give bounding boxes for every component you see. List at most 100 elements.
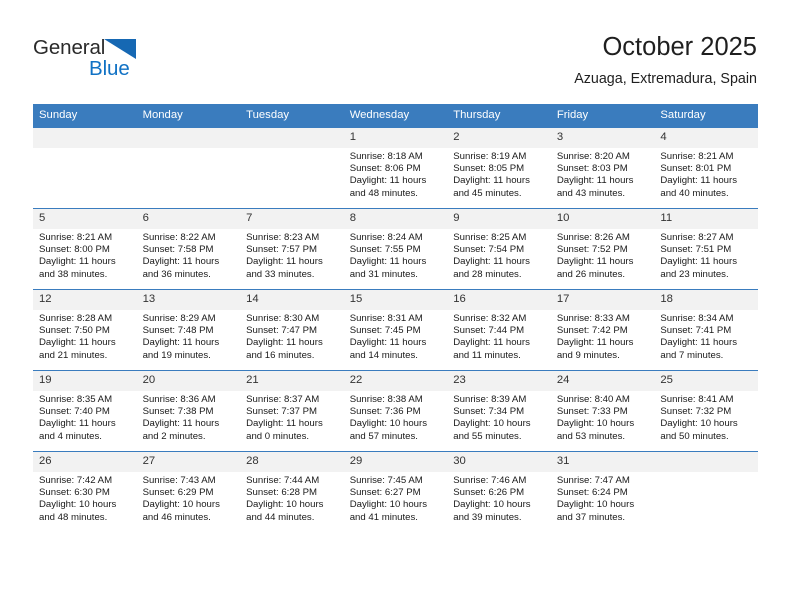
- calendar-day-cell-empty[interactable]: [136, 127, 241, 209]
- calendar-day-cell[interactable]: 11 Sunrise: 8:27 AM Sunset: 7:51 PM Dayligh…: [654, 208, 758, 290]
- daylight-text-line1: Daylight: 10 hours: [39, 499, 117, 511]
- calendar-day-cell-empty[interactable]: [654, 451, 758, 532]
- daylight-text-line1: Daylight: 10 hours: [660, 418, 738, 430]
- calendar-page: General Blue October 2025 Azuaga, Extrem…: [0, 0, 792, 612]
- sunset-text: Sunset: 8:03 PM: [556, 163, 628, 175]
- calendar-day-cell[interactable]: 2 Sunrise: 8:19 AM Sunset: 8:05 PM Daylight…: [447, 127, 551, 209]
- day-number: 27: [136, 452, 241, 472]
- calendar-day-cell[interactable]: 22 Sunrise: 8:38 AM Sunset: 7:36 PM Dayligh…: [343, 370, 448, 452]
- daylight-text-line1: Daylight: 10 hours: [349, 499, 428, 511]
- calendar-day-cell[interactable]: 19 Sunrise: 8:35 AM Sunset: 7:40 PM Dayligh…: [33, 370, 137, 452]
- daylight-text-line1: Daylight: 11 hours: [453, 337, 530, 349]
- daylight-text-line1: Daylight: 11 hours: [660, 337, 737, 349]
- sunset-text: Sunset: 8:06 PM: [349, 163, 421, 175]
- calendar-day-cell[interactable]: 3 Sunrise: 8:20 AM Sunset: 8:03 PM Daylight…: [550, 127, 655, 209]
- daylight-text-line2: and 14 minutes.: [349, 349, 418, 361]
- day-number: 28: [240, 452, 344, 472]
- calendar-day-cell[interactable]: 29 Sunrise: 7:45 AM Sunset: 6:27 PM Dayligh…: [343, 451, 448, 532]
- calendar-day-cell[interactable]: 5 Sunrise: 8:21 AM Sunset: 8:00 PM Daylight…: [33, 208, 137, 290]
- calendar-day-cell[interactable]: 26 Sunrise: 7:42 AM Sunset: 6:30 PM Dayligh…: [33, 451, 137, 532]
- calendar-day-cell[interactable]: 1 Sunrise: 8:18 AM Sunset: 8:06 PM Daylight…: [343, 127, 448, 209]
- calendar-day-cell[interactable]: 28 Sunrise: 7:44 AM Sunset: 6:28 PM Dayligh…: [240, 451, 344, 532]
- daylight-text-line2: and 31 minutes.: [349, 268, 418, 280]
- daylight-text-line1: Daylight: 10 hours: [142, 499, 220, 511]
- daylight-text-line2: and 41 minutes.: [349, 511, 418, 523]
- calendar-day-cell[interactable]: 30 Sunrise: 7:46 AM Sunset: 6:26 PM Dayligh…: [447, 451, 551, 532]
- sunset-text: Sunset: 7:57 PM: [246, 244, 318, 256]
- sunrise-text: Sunrise: 8:37 AM: [246, 394, 320, 405]
- calendar-day-cell[interactable]: 31 Sunrise: 7:47 AM Sunset: 6:24 PM Dayligh…: [550, 451, 655, 532]
- calendar-day-cell[interactable]: 24 Sunrise: 8:40 AM Sunset: 7:33 PM Dayligh…: [550, 370, 655, 452]
- day-sun-info: Sunrise: 7:47 AM Sunset: 6:24 PM Daylight:…: [551, 472, 655, 524]
- day-sun-info: Sunrise: 8:40 AM Sunset: 7:33 PM Daylight:…: [551, 391, 655, 443]
- weekday-header-friday: Friday: [550, 104, 655, 128]
- day-sun-info: Sunrise: 8:29 AM Sunset: 7:48 PM Daylight:…: [137, 310, 241, 362]
- weekday-header-monday: Monday: [136, 104, 241, 128]
- day-sun-info: Sunrise: 8:27 AM Sunset: 7:51 PM Daylight:…: [654, 229, 758, 281]
- weekday-header-wednesday: Wednesday: [343, 104, 448, 128]
- daylight-text-line2: and 2 minutes.: [142, 430, 206, 442]
- sunset-text: Sunset: 6:26 PM: [453, 487, 525, 499]
- day-number: 17: [550, 290, 655, 310]
- calendar-day-cell[interactable]: 27 Sunrise: 7:43 AM Sunset: 6:29 PM Dayligh…: [136, 451, 241, 532]
- calendar-day-cell[interactable]: 6 Sunrise: 8:22 AM Sunset: 7:58 PM Daylight…: [136, 208, 241, 290]
- daylight-text-line2: and 23 minutes.: [660, 268, 729, 280]
- sunrise-text: Sunrise: 7:43 AM: [142, 475, 216, 486]
- calendar-day-cell[interactable]: 9 Sunrise: 8:25 AM Sunset: 7:54 PM Daylight…: [447, 208, 551, 290]
- calendar-day-cell[interactable]: 25 Sunrise: 8:41 AM Sunset: 7:32 PM Dayligh…: [654, 370, 758, 452]
- day-number: 9: [447, 209, 551, 229]
- day-number: 8: [343, 209, 448, 229]
- sunrise-text: Sunrise: 8:20 AM: [556, 151, 630, 162]
- day-number: 1: [343, 128, 448, 148]
- daylight-text-line1: Daylight: 11 hours: [556, 256, 634, 268]
- calendar-day-cell[interactable]: 14 Sunrise: 8:30 AM Sunset: 7:47 PM Dayligh…: [240, 289, 344, 371]
- day-number: [240, 128, 344, 148]
- calendar-day-cell[interactable]: 4 Sunrise: 8:21 AM Sunset: 8:01 PM Daylight…: [654, 127, 758, 209]
- daylight-text-line2: and 19 minutes.: [142, 349, 211, 361]
- calendar-day-cell[interactable]: 12 Sunrise: 8:28 AM Sunset: 7:50 PM Dayligh…: [33, 289, 137, 371]
- sunset-text: Sunset: 7:40 PM: [39, 406, 110, 418]
- calendar-week-row: 26 Sunrise: 7:42 AM Sunset: 6:30 PM Dayligh…: [33, 451, 758, 532]
- daylight-text-line2: and 39 minutes.: [453, 511, 522, 523]
- calendar-day-cell[interactable]: 7 Sunrise: 8:23 AM Sunset: 7:57 PM Daylight…: [240, 208, 344, 290]
- day-number: 19: [33, 371, 137, 391]
- sunrise-text: Sunrise: 8:23 AM: [246, 232, 320, 243]
- day-number: 10: [550, 209, 655, 229]
- daylight-text-line1: Daylight: 11 hours: [453, 175, 530, 187]
- sunset-text: Sunset: 7:34 PM: [453, 406, 525, 418]
- calendar-day-cell-empty[interactable]: [33, 127, 137, 209]
- sunrise-text: Sunrise: 8:33 AM: [556, 313, 630, 324]
- daylight-text-line2: and 26 minutes.: [556, 268, 626, 280]
- calendar-day-cell[interactable]: 16 Sunrise: 8:32 AM Sunset: 7:44 PM Dayligh…: [447, 289, 551, 371]
- calendar-day-cell[interactable]: 21 Sunrise: 8:37 AM Sunset: 7:37 PM Dayligh…: [240, 370, 344, 452]
- calendar-day-cell[interactable]: 20 Sunrise: 8:36 AM Sunset: 7:38 PM Dayligh…: [136, 370, 241, 452]
- daylight-text-line2: and 7 minutes.: [660, 349, 724, 361]
- sunrise-text: Sunrise: 8:25 AM: [453, 232, 527, 243]
- calendar-day-cell[interactable]: 13 Sunrise: 8:29 AM Sunset: 7:48 PM Dayligh…: [136, 289, 241, 371]
- calendar-day-cell[interactable]: 15 Sunrise: 8:31 AM Sunset: 7:45 PM Dayligh…: [343, 289, 448, 371]
- calendar-day-cell-empty[interactable]: [240, 127, 344, 209]
- daylight-text-line2: and 48 minutes.: [39, 511, 108, 523]
- calendar-day-cell[interactable]: 8 Sunrise: 8:24 AM Sunset: 7:55 PM Daylight…: [343, 208, 448, 290]
- sunrise-text: Sunrise: 8:29 AM: [142, 313, 216, 324]
- calendar-day-cell[interactable]: 23 Sunrise: 8:39 AM Sunset: 7:34 PM Dayligh…: [447, 370, 551, 452]
- sunset-text: Sunset: 6:28 PM: [246, 487, 318, 499]
- day-sun-info: Sunrise: 8:19 AM Sunset: 8:05 PM Daylight:…: [447, 148, 551, 200]
- day-number: 24: [550, 371, 655, 391]
- day-sun-info: Sunrise: 8:18 AM Sunset: 8:06 PM Daylight:…: [344, 148, 448, 200]
- calendar-week-row: 5 Sunrise: 8:21 AM Sunset: 8:00 PM Daylight…: [33, 208, 758, 290]
- calendar-day-cell[interactable]: 17 Sunrise: 8:33 AM Sunset: 7:42 PM Dayligh…: [550, 289, 655, 371]
- day-sun-info: Sunrise: 8:35 AM Sunset: 7:40 PM Daylight:…: [33, 391, 137, 443]
- day-sun-info: Sunrise: 8:23 AM Sunset: 7:57 PM Daylight:…: [240, 229, 344, 281]
- daylight-text-line2: and 44 minutes.: [246, 511, 315, 523]
- daylight-text-line1: Daylight: 10 hours: [349, 418, 428, 430]
- sunrise-text: Sunrise: 7:46 AM: [453, 475, 527, 486]
- daylight-text-line2: and 45 minutes.: [453, 187, 522, 199]
- sunset-text: Sunset: 7:55 PM: [349, 244, 421, 256]
- sunset-text: Sunset: 7:37 PM: [246, 406, 318, 418]
- calendar-day-cell[interactable]: 18 Sunrise: 8:34 AM Sunset: 7:41 PM Dayligh…: [654, 289, 758, 371]
- sunrise-text: Sunrise: 8:18 AM: [349, 151, 423, 162]
- day-sun-info: Sunrise: 8:33 AM Sunset: 7:42 PM Daylight:…: [551, 310, 655, 362]
- calendar-day-cell[interactable]: 10 Sunrise: 8:26 AM Sunset: 7:52 PM Dayligh…: [550, 208, 655, 290]
- sunrise-text: Sunrise: 8:28 AM: [39, 313, 113, 324]
